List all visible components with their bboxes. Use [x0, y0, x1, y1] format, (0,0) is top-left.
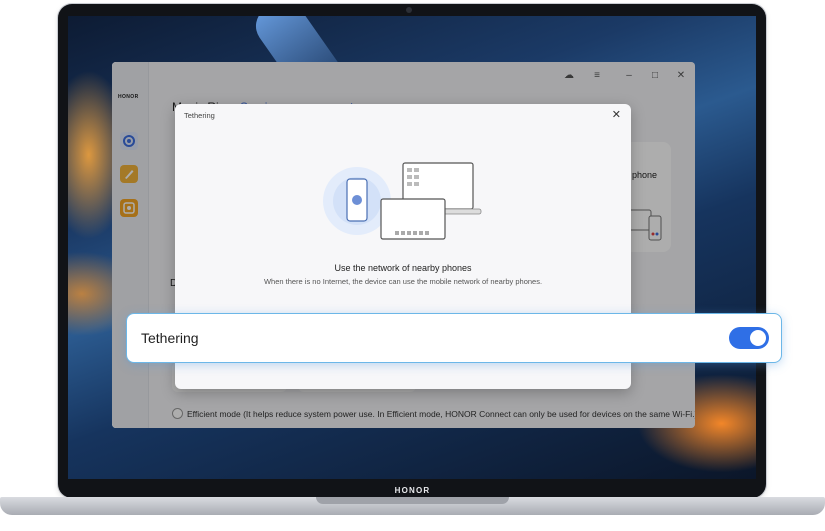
laptop-brand-label: HONOR	[394, 486, 431, 495]
toggle-knob	[750, 330, 766, 346]
tethering-illustration	[323, 162, 482, 240]
dialog-title: Tethering	[184, 111, 215, 120]
tethering-label: Tethering	[141, 330, 199, 346]
dialog-subtext: When there is no Internet, the device ca…	[263, 277, 543, 286]
close-icon[interactable]: ✕	[612, 108, 621, 121]
webcam	[406, 7, 412, 13]
laptop-hinge-notch	[316, 497, 509, 504]
tethering-setting-row: Tethering	[126, 313, 782, 363]
dialog-heading: Use the network of nearby phones	[334, 263, 472, 273]
tethering-toggle[interactable]	[729, 327, 769, 349]
